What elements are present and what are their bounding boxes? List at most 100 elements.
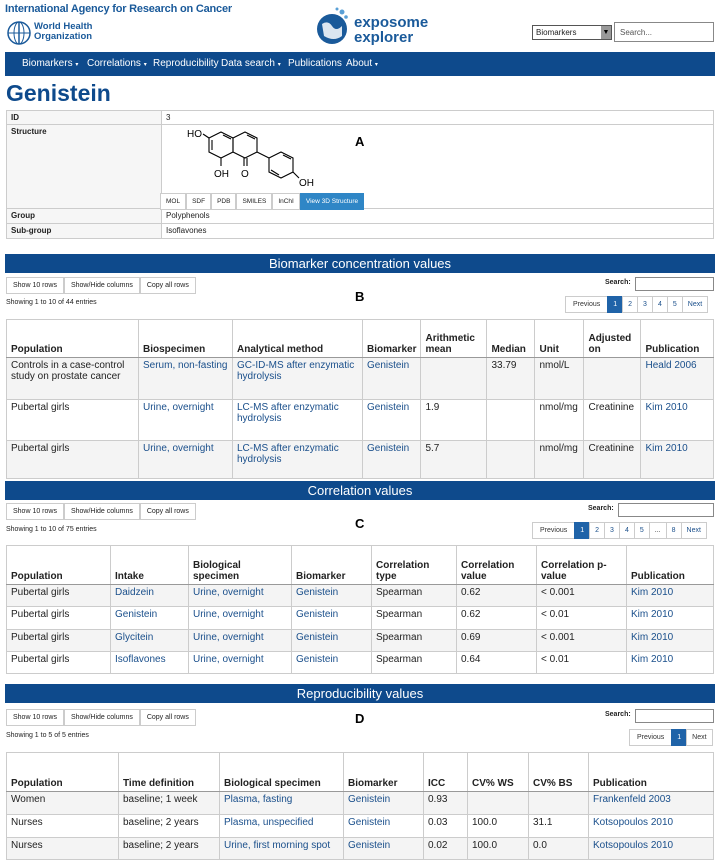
cell-publication-link[interactable]: Frankenfeld 2003 <box>588 791 714 815</box>
show-rows-button[interactable]: Show 10 rows <box>6 503 64 520</box>
pager-page[interactable]: 1 <box>671 729 688 746</box>
cell-publication-link[interactable]: Kotsopoulos 2010 <box>588 814 714 838</box>
cell-biomarker-link[interactable]: Genistein <box>291 651 372 674</box>
show-hide-columns-button[interactable]: Show/Hide columns <box>63 503 140 520</box>
col-population[interactable]: Population <box>6 752 119 792</box>
col-correlation-type[interactable]: Correlation type <box>371 545 457 585</box>
cell-biomarker-link[interactable]: Genistein <box>343 814 424 838</box>
cell-publication-link[interactable]: Kotsopoulos 2010 <box>588 837 714 860</box>
copy-rows-button[interactable]: Copy all rows <box>139 503 196 520</box>
copy-rows-button[interactable]: Copy all rows <box>139 709 196 726</box>
pager-next[interactable]: Next <box>686 729 713 746</box>
col-unit[interactable]: Unit <box>534 319 585 358</box>
show-hide-columns-button[interactable]: Show/Hide columns <box>63 277 140 294</box>
col-analytical-method[interactable]: Analytical method <box>232 319 363 358</box>
site-logo-text[interactable]: exposome explorer <box>354 15 428 45</box>
cell-specimen-link[interactable]: Plasma, fasting <box>219 791 344 815</box>
col-population[interactable]: Population <box>6 545 111 585</box>
correlation-search-input[interactable] <box>618 503 714 517</box>
view-3d-button[interactable]: View 3D Structure <box>299 193 365 210</box>
cell-publication-link[interactable]: Kim 2010 <box>640 399 714 441</box>
cell-specimen-link[interactable]: Urine, first morning spot <box>219 837 344 860</box>
col-cv-bs[interactable]: CV% BS <box>528 752 589 792</box>
col-time-definition[interactable]: Time definition <box>118 752 220 792</box>
pager-page[interactable]: 4 <box>651 296 668 313</box>
nav-about[interactable]: About ▾ <box>346 58 378 69</box>
pager-next[interactable]: Next <box>680 522 707 539</box>
cell-biomarker-link[interactable]: Genistein <box>291 629 372 652</box>
show-hide-columns-button[interactable]: Show/Hide columns <box>63 709 140 726</box>
iarc-title[interactable]: International Agency for Research on Can… <box>5 3 232 15</box>
pager-page[interactable]: 1 <box>574 522 591 539</box>
col-publication[interactable]: Publication <box>588 752 714 792</box>
col-biomarker[interactable]: Biomarker <box>362 319 422 358</box>
col-biospecimen[interactable]: Biospecimen <box>138 319 233 358</box>
col-biomarker[interactable]: Biomarker <box>291 545 372 585</box>
smiles-button[interactable]: SMILES <box>236 193 273 210</box>
pager-page[interactable]: 3 <box>637 296 653 313</box>
cell-biomarker-link[interactable]: Genistein <box>291 606 372 630</box>
cell-specimen-link[interactable]: Urine, overnight <box>188 629 292 652</box>
globe-logo-icon[interactable] <box>312 6 352 46</box>
nav-data-search[interactable]: Data search ▾ <box>221 58 281 69</box>
pager-next[interactable]: Next <box>681 296 709 313</box>
cell-method-link[interactable]: LC-MS after enzymatic hydrolysis <box>232 399 363 441</box>
pager-page[interactable]: 3 <box>604 522 620 539</box>
cell-biomarker-link[interactable]: Genistein <box>343 837 424 860</box>
cell-publication-link[interactable]: Heald 2006 <box>640 357 714 400</box>
nav-biomarkers[interactable]: Biomarkers ▾ <box>22 58 78 69</box>
pager-page[interactable]: 4 <box>618 522 635 539</box>
mol-button[interactable]: MOL <box>160 193 187 210</box>
col-median[interactable]: Median <box>486 319 536 358</box>
concentration-search-input[interactable] <box>635 277 714 291</box>
cell-intake-link[interactable]: Daidzein <box>110 584 189 607</box>
cell-publication-link[interactable]: Kim 2010 <box>626 651 714 674</box>
col-arithmetic-mean[interactable]: Arithmetic mean <box>420 319 488 358</box>
col-intake[interactable]: Intake <box>110 545 189 585</box>
cell-biomarker-link[interactable]: Genistein <box>291 584 372 607</box>
cell-publication-link[interactable]: Kim 2010 <box>626 629 714 652</box>
cell-biomarker-link[interactable]: Genistein <box>362 357 422 400</box>
pager-page[interactable]: 5 <box>633 522 650 539</box>
pager-page[interactable]: 2 <box>622 296 639 313</box>
pager-previous[interactable]: Previous <box>565 296 609 313</box>
nav-reproducibility[interactable]: Reproducibility <box>153 58 219 69</box>
nav-publications[interactable]: Publications <box>288 58 342 69</box>
pager-page[interactable]: 5 <box>666 296 683 313</box>
cell-intake-link[interactable]: Glycitein <box>110 629 189 652</box>
col-adjusted-on[interactable]: Adjusted on <box>583 319 642 358</box>
cell-biomarker-link[interactable]: Genistein <box>343 791 424 815</box>
cell-specimen-link[interactable]: Urine, overnight <box>188 606 292 630</box>
col-icc[interactable]: ICC <box>423 752 468 792</box>
pager-page[interactable]: 1 <box>607 296 624 313</box>
col-publication[interactable]: Publication <box>626 545 714 585</box>
cell-specimen-link[interactable]: Urine, overnight <box>188 651 292 674</box>
pager-page[interactable]: 8 <box>665 522 682 539</box>
cell-intake-link[interactable]: Isoflavones <box>110 651 189 674</box>
cell-publication-link[interactable]: Kim 2010 <box>626 584 714 607</box>
cell-intake-link[interactable]: Genistein <box>110 606 189 630</box>
col-cv-ws[interactable]: CV% WS <box>467 752 529 792</box>
copy-rows-button[interactable]: Copy all rows <box>139 277 196 294</box>
cell-method-link[interactable]: LC-MS after enzymatic hydrolysis <box>232 440 363 479</box>
cell-publication-link[interactable]: Kim 2010 <box>626 606 714 630</box>
nav-correlations[interactable]: Correlations ▾ <box>87 58 147 69</box>
cell-biospecimen-link[interactable]: Urine, overnight <box>138 399 233 441</box>
inchi-button[interactable]: InChI <box>272 193 300 210</box>
col-biological-specimen[interactable]: Biological specimen <box>188 545 292 585</box>
pager-previous[interactable]: Previous <box>629 729 673 746</box>
col-publication[interactable]: Publication <box>640 319 714 358</box>
pager-previous[interactable]: Previous <box>532 522 576 539</box>
reproducibility-search-input[interactable] <box>635 709 714 723</box>
pager-page[interactable]: 2 <box>589 522 606 539</box>
cell-method-link[interactable]: GC-ID-MS after enzymatic hydrolysis <box>232 357 363 400</box>
cell-specimen-link[interactable]: Urine, overnight <box>188 584 292 607</box>
cell-biomarker-link[interactable]: Genistein <box>362 399 422 441</box>
col-population[interactable]: Population <box>6 319 139 358</box>
show-rows-button[interactable]: Show 10 rows <box>6 277 64 294</box>
show-rows-button[interactable]: Show 10 rows <box>6 709 64 726</box>
col-correlation-value[interactable]: Correlation value <box>456 545 537 585</box>
sdf-button[interactable]: SDF <box>186 193 212 210</box>
cell-specimen-link[interactable]: Plasma, unspecified <box>219 814 344 838</box>
cell-biomarker-link[interactable]: Genistein <box>362 440 422 479</box>
